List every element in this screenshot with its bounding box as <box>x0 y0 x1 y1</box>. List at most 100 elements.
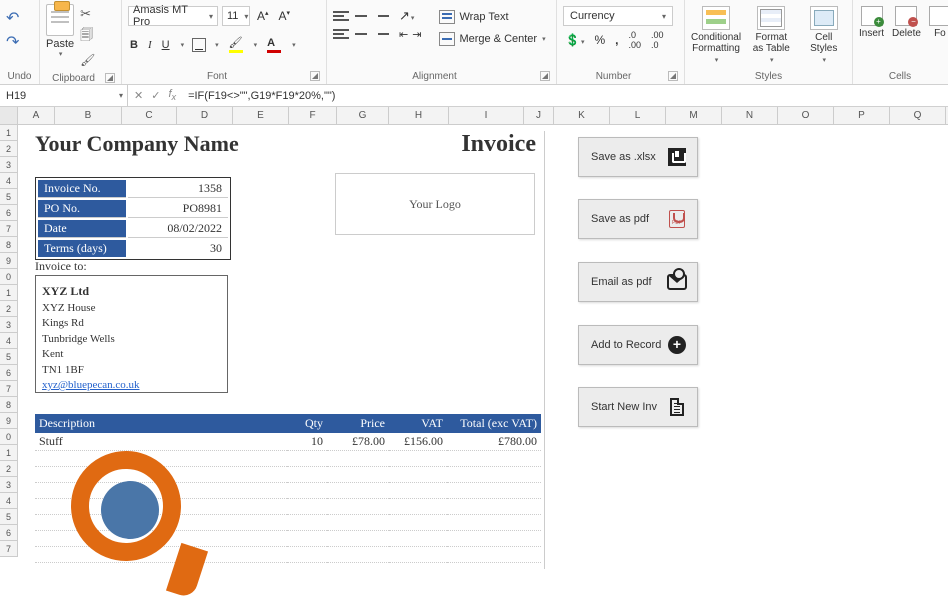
clipboard-expander[interactable] <box>105 73 115 83</box>
merge-center-button[interactable]: Merge & Center▾ <box>435 30 549 48</box>
row-header[interactable]: 6 <box>0 365 17 381</box>
column-header[interactable]: A <box>18 107 55 124</box>
addr-email[interactable]: xyz@bluepecan.co.uk <box>42 379 139 391</box>
line-price[interactable]: £78.00 <box>327 433 389 451</box>
row-header[interactable]: 8 <box>0 397 17 413</box>
row-header[interactable]: 2 <box>0 301 17 317</box>
column-header[interactable]: F <box>289 107 337 124</box>
bold-button[interactable]: B <box>128 39 140 51</box>
align-right-button[interactable] <box>373 26 389 42</box>
row-header[interactable]: 7 <box>0 381 17 397</box>
increase-font-button[interactable]: A▴ <box>254 9 272 23</box>
format-cells-button[interactable]: Fo <box>929 6 948 39</box>
number-format-combo[interactable]: Currency▾ <box>563 6 673 26</box>
align-left-button[interactable] <box>333 26 349 42</box>
row-header[interactable]: 7 <box>0 221 17 237</box>
row-header[interactable]: 4 <box>0 333 17 349</box>
row-header[interactable]: 5 <box>0 189 17 205</box>
select-all-corner[interactable] <box>0 107 18 124</box>
column-headers[interactable]: ABCDEFGHIJKLMNOPQ <box>0 107 948 125</box>
column-header[interactable]: P <box>834 107 890 124</box>
row-header[interactable]: 7 <box>0 541 17 557</box>
alignment-expander[interactable] <box>540 71 550 81</box>
column-header[interactable]: K <box>554 107 610 124</box>
column-header[interactable]: N <box>722 107 778 124</box>
start-new-invoice-button[interactable]: Start New Inv <box>578 387 698 427</box>
row-header[interactable]: 2 <box>0 141 17 157</box>
increase-indent-button[interactable]: ⇥ <box>412 28 421 41</box>
row-header[interactable]: 8 <box>0 237 17 253</box>
row-header[interactable]: 3 <box>0 157 17 173</box>
line-vat[interactable]: £156.00 <box>389 433 447 451</box>
wrap-text-button[interactable]: Wrap Text <box>435 8 549 26</box>
row-headers[interactable]: 123456789012345678901234567 <box>0 125 18 557</box>
line-qty[interactable]: 10 <box>287 433 327 451</box>
column-header[interactable]: B <box>55 107 122 124</box>
column-header[interactable]: H <box>389 107 449 124</box>
cut-button[interactable] <box>80 6 95 22</box>
row-header[interactable]: 5 <box>0 349 17 365</box>
cancel-formula-button[interactable]: ✕ <box>134 89 143 102</box>
align-middle-button[interactable] <box>353 8 369 24</box>
redo-button[interactable]: ↷ <box>6 32 19 52</box>
comma-button[interactable]: , <box>613 33 620 47</box>
name-box[interactable]: H19▾ <box>0 85 128 106</box>
row-header[interactable]: 0 <box>0 269 17 285</box>
italic-button[interactable]: I <box>146 39 154 51</box>
row-header[interactable]: 1 <box>0 445 17 461</box>
save-xlsx-button[interactable]: Save as .xlsx <box>578 137 698 177</box>
column-header[interactable]: L <box>610 107 666 124</box>
logo-placeholder[interactable]: Your Logo <box>335 173 535 235</box>
format-as-table-button[interactable]: Format as Table▾ <box>749 6 793 64</box>
paste-dropdown[interactable]: ▾ <box>59 50 63 58</box>
column-header[interactable]: D <box>177 107 233 124</box>
column-header[interactable]: I <box>449 107 524 124</box>
row-header[interactable]: 6 <box>0 525 17 541</box>
font-expander[interactable] <box>310 71 320 81</box>
align-center-button[interactable] <box>353 26 369 42</box>
row-header[interactable]: 2 <box>0 461 17 477</box>
font-name-combo[interactable]: Amasis MT Pro▾ <box>128 6 218 26</box>
billing-address[interactable]: XYZ Ltd XYZ House Kings Rd Tunbridge Wel… <box>35 275 228 393</box>
save-pdf-button[interactable]: Save as pdf <box>578 199 698 239</box>
paste-icon[interactable] <box>46 4 74 36</box>
format-painter-button[interactable] <box>80 52 95 67</box>
font-size-combo[interactable]: 11▾ <box>222 6 250 26</box>
row-header[interactable]: 9 <box>0 253 17 269</box>
underline-button[interactable]: U <box>160 39 172 51</box>
column-header[interactable]: Q <box>890 107 946 124</box>
increase-decimal-button[interactable]: .0.00 <box>626 30 643 50</box>
cell-styles-button[interactable]: Cell Styles▾ <box>802 6 846 64</box>
accounting-format-button[interactable]: 💲▾ <box>563 33 586 47</box>
row-header[interactable]: 4 <box>0 173 17 189</box>
add-to-record-button[interactable]: Add to Record <box>578 325 698 365</box>
column-header[interactable]: O <box>778 107 834 124</box>
row-header[interactable]: 0 <box>0 429 17 445</box>
orientation-button[interactable]: ↗▾ <box>399 8 421 24</box>
po-no-value[interactable]: PO8981 <box>128 200 228 218</box>
terms-value[interactable]: 30 <box>128 240 228 257</box>
undo-button[interactable]: ↶ <box>6 8 19 28</box>
insert-cells-button[interactable]: Insert <box>859 6 884 39</box>
font-color-button[interactable]: A <box>265 37 283 53</box>
percent-button[interactable]: % <box>592 33 607 47</box>
decrease-font-button[interactable]: A▾ <box>276 9 294 23</box>
formula-input[interactable]: =IF(F19<>"",G19*F19*20%,"") <box>182 90 948 102</box>
invoice-no-value[interactable]: 1358 <box>128 180 228 198</box>
fill-color-button[interactable]: 🖌 <box>227 36 245 53</box>
column-header[interactable]: G <box>337 107 389 124</box>
align-bottom-button[interactable] <box>373 8 389 24</box>
row-header[interactable]: 1 <box>0 125 17 141</box>
line-desc[interactable]: Stuff <box>35 433 287 451</box>
copy-button[interactable] <box>80 26 95 48</box>
worksheet[interactable]: 123456789012345678901234567 Your Company… <box>0 125 948 557</box>
align-top-button[interactable] <box>333 8 349 24</box>
column-header[interactable]: J <box>524 107 554 124</box>
delete-cells-button[interactable]: Delete <box>892 6 921 39</box>
column-header[interactable]: E <box>233 107 289 124</box>
row-header[interactable]: 5 <box>0 509 17 525</box>
row-header[interactable]: 4 <box>0 493 17 509</box>
column-header[interactable]: C <box>122 107 177 124</box>
row-header[interactable]: 3 <box>0 477 17 493</box>
borders-button[interactable] <box>192 38 206 52</box>
